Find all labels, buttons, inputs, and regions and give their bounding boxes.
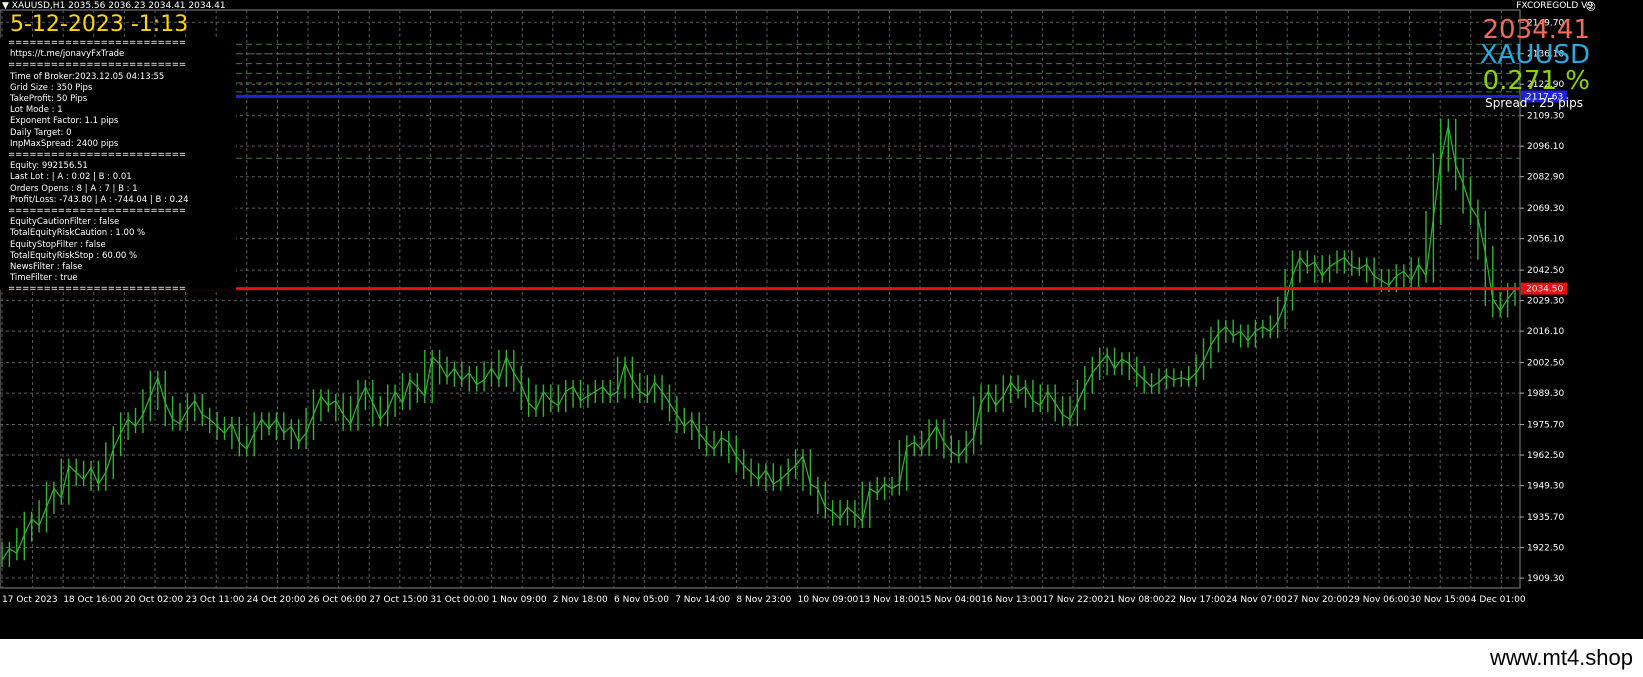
info-line: =========================	[8, 150, 187, 160]
x-tick-label: 23 Oct 11:00	[186, 595, 245, 605]
info-line: https://t.me/jonavyFxTrade	[10, 49, 125, 60]
info-line: Equity: 992156.51	[10, 161, 88, 172]
x-tick-label: 26 Oct 06:00	[308, 595, 367, 605]
x-tick-label: 15 Nov 04:00	[920, 595, 981, 605]
x-tick-label: 22 Nov 17:00	[1165, 595, 1226, 605]
x-tick-label: 17 Nov 22:00	[1042, 595, 1103, 605]
y-tick-label: 2042.50	[1527, 266, 1564, 276]
y-tick-label: 1935.70	[1527, 513, 1564, 523]
symbol-header: ▼ XAUUSD,H1 2035.56 2036.23 2034.41 2034…	[2, 1, 226, 11]
y-tick-label: 1922.50	[1527, 544, 1564, 554]
spread-text: Spread : 25 pips	[1485, 96, 1583, 110]
x-tick-label: 10 Nov 09:00	[798, 595, 859, 605]
chart-area[interactable]: 2149.70 2136.10 2122.90 2109.30 2096.10 2082.…	[0, 0, 1643, 639]
watermark-text: www.mt4.shop	[1489, 645, 1633, 670]
smiley-icon: ☺	[1585, 2, 1596, 13]
percent-change: 0.271 %	[1482, 66, 1590, 96]
info-line: TimeFilter : true	[10, 273, 78, 284]
x-tick-label: 30 Nov 15:00	[1410, 595, 1471, 605]
info-line: =========================	[8, 206, 187, 216]
x-tick-label: 16 Nov 13:00	[981, 595, 1042, 605]
y-tick-label: 1949.30	[1527, 482, 1564, 492]
big-datetime: 5-12-2023 -1:13	[10, 12, 189, 37]
y-tick-label: 2056.10	[1527, 235, 1564, 245]
x-tick-label: 18 Oct 16:00	[63, 595, 122, 605]
info-line: =========================	[8, 38, 187, 48]
y-tick-label: 2109.30	[1527, 112, 1564, 122]
x-tick-label: 7 Nov 14:00	[675, 595, 730, 605]
info-line: InpMaxSpread: 2400 pips	[10, 138, 119, 149]
x-tick-label: 24 Oct 20:00	[247, 595, 306, 605]
ea-name: FXCOREGOLD V9	[1516, 1, 1593, 11]
info-line: TotalEquityRiskStop : 60.00 %	[10, 250, 138, 261]
y-tick-label: 1909.30	[1527, 574, 1564, 584]
x-tick-label: 29 Nov 06:00	[1348, 595, 1409, 605]
info-line: Time of Broker:2023.12.05 04:13:55	[10, 71, 165, 82]
info-line: Exponent Factor: 1.1 pips	[10, 116, 119, 127]
dropdown-triangle-icon[interactable]: ▼	[2, 1, 9, 11]
y-tick-label: 1962.50	[1527, 451, 1564, 461]
x-tick-label: 8 Nov 23:00	[736, 595, 791, 605]
info-line: Profit/Loss: -743.80 | A : -744.04 | B :…	[10, 194, 189, 205]
info-line: Orders Opens : 8 | A : 7 | B : 1	[10, 183, 138, 194]
y-tick-label: 2082.90	[1527, 173, 1564, 183]
info-line: TotalEquityRiskCaution : 1.00 %	[10, 228, 146, 239]
ea-info-panel: ========================= https://t.me/jo…	[0, 38, 236, 294]
y-tick-label: 2069.30	[1527, 204, 1564, 214]
info-line: Lot Mode : 1	[10, 105, 63, 116]
y-tick-label: 1975.70	[1527, 421, 1564, 431]
x-tick-label: 2 Nov 18:00	[553, 595, 608, 605]
x-tick-label: 21 Nov 08:00	[1104, 595, 1165, 605]
x-tick-label: 20 Oct 02:00	[124, 595, 183, 605]
x-tick-label: 4 Dec 01:00	[1471, 595, 1526, 605]
red-price-label: 2034.50	[1526, 285, 1563, 295]
info-line: Grid Size : 350 Pips	[10, 82, 93, 93]
info-line: TakeProfit: 50 Pips	[10, 94, 88, 104]
y-tick-label: 2002.50	[1527, 359, 1564, 369]
info-line: Last Lot : | A : 0.02 | B : 0.01	[10, 172, 132, 183]
symbol-ohlc-text: XAUUSD,H1 2035.56 2036.23 2034.41 2034.4…	[11, 1, 226, 11]
x-tick-label: 13 Nov 18:00	[859, 595, 920, 605]
x-tick-label: 24 Nov 07:00	[1226, 595, 1287, 605]
info-line: =========================	[8, 284, 187, 295]
x-tick-label: 27 Oct 15:00	[369, 595, 428, 605]
x-tick-label: 17 Oct 2023	[2, 595, 58, 605]
info-line: Daily Target: 0	[10, 127, 72, 138]
y-tick-label: 1989.30	[1527, 389, 1564, 399]
info-line: NewsFilter : false	[10, 262, 83, 272]
info-line: EquityCautionFilter : false	[10, 217, 120, 228]
y-tick-label: 2016.10	[1527, 327, 1564, 337]
x-tick-label: 31 Oct 00:00	[430, 595, 489, 605]
info-line: EquityStopFilter : false	[10, 239, 106, 250]
y-tick-label: 2029.30	[1527, 297, 1564, 307]
y-tick-label: 2096.10	[1527, 142, 1564, 152]
x-tick-label: 1 Nov 09:00	[492, 595, 547, 605]
footer-bar: www.mt4.shop	[0, 639, 1643, 677]
price-chart[interactable]: 2149.702136.102122.902109.302096.102082.…	[0, 0, 1643, 639]
x-tick-label: 27 Nov 20:00	[1287, 595, 1348, 605]
info-line: =========================	[8, 60, 187, 71]
x-tick-label: 6 Nov 05:00	[614, 595, 669, 605]
